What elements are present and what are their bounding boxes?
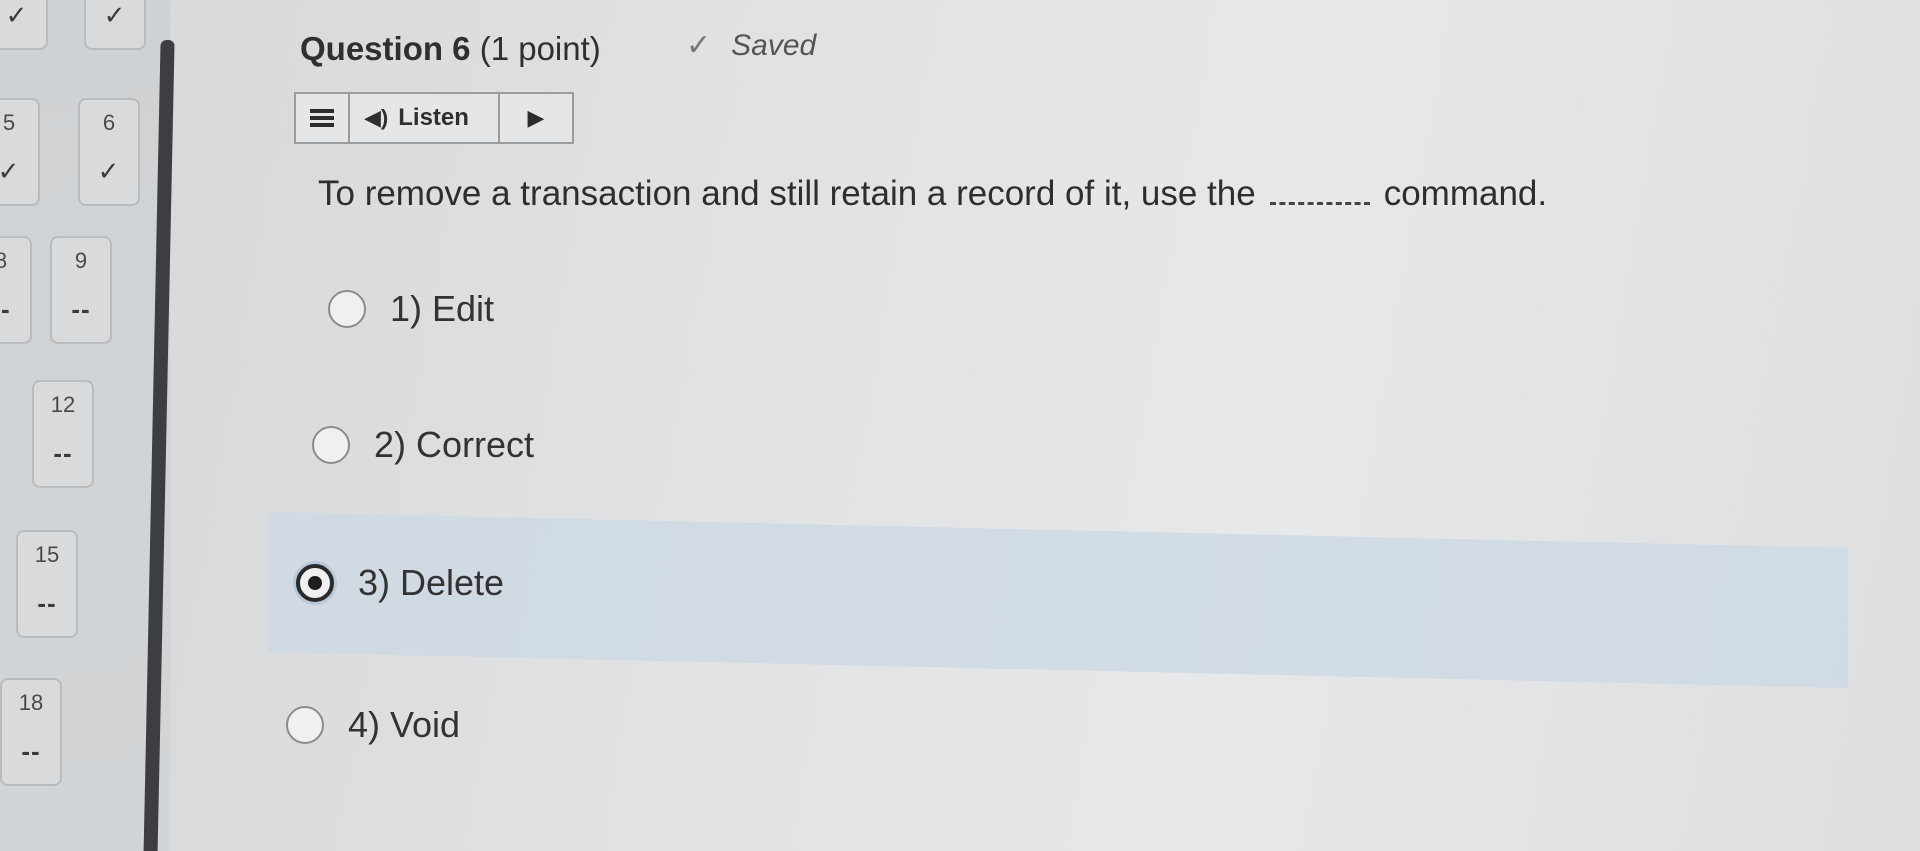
radio-button[interactable] bbox=[312, 426, 350, 464]
selected-option-highlight bbox=[268, 512, 1848, 688]
play-button[interactable]: ▶ bbox=[500, 94, 572, 142]
check-icon: ✓ bbox=[686, 29, 712, 62]
question-tile[interactable]: 12 -- bbox=[32, 380, 94, 488]
option-label: 3) Delete bbox=[358, 562, 505, 603]
question-tile-number: 12 bbox=[50, 392, 76, 417]
listen-button[interactable]: ◀) Listen bbox=[350, 94, 500, 142]
radio-button[interactable] bbox=[328, 290, 366, 328]
question-text: To remove a transaction and still retain… bbox=[318, 174, 1547, 214]
play-icon: ▶ bbox=[527, 105, 545, 130]
check-icon: ✓ bbox=[103, 0, 127, 30]
question-tile[interactable]: ✓ bbox=[0, 0, 48, 50]
unanswered-dash: -- bbox=[21, 736, 41, 766]
question-tile[interactable]: ✓ bbox=[84, 0, 146, 50]
question-tile[interactable]: 15 -- bbox=[16, 530, 78, 638]
listen-label: Listen bbox=[398, 104, 469, 131]
question-text-after: command. bbox=[1383, 174, 1548, 213]
question-tile-number: 9 bbox=[74, 248, 88, 273]
question-tile[interactable]: 5 ✓ bbox=[0, 98, 40, 206]
radio-button[interactable] bbox=[286, 706, 324, 744]
option-label: 2) Correct bbox=[374, 424, 535, 465]
question-tile-number: 8 bbox=[0, 248, 8, 273]
listen-menu-button[interactable] bbox=[296, 94, 350, 142]
question-text-before: To remove a transaction and still retain… bbox=[318, 174, 1256, 213]
answer-option-1[interactable]: 1) Edit bbox=[328, 288, 494, 330]
question-navigator: ✓ ✓ 5 ✓ 6 ✓ 8 -- 9 -- 12 -- 15 -- 18 -- bbox=[0, 0, 170, 851]
question-title: Question 6 (1 point) bbox=[300, 30, 601, 68]
question-tile-number: 5 bbox=[2, 110, 16, 135]
question-tile-number: 18 bbox=[18, 690, 44, 715]
question-tile[interactable]: 9 -- bbox=[50, 236, 112, 344]
saved-label: Saved bbox=[731, 29, 817, 62]
answer-option-2[interactable]: 2) Correct bbox=[312, 424, 534, 466]
question-tile-number: 6 bbox=[102, 110, 116, 135]
question-tile[interactable]: 6 ✓ bbox=[78, 98, 140, 206]
question-tile-number: 15 bbox=[34, 542, 60, 567]
saved-status: ✓ Saved bbox=[686, 28, 816, 63]
unanswered-dash: -- bbox=[71, 294, 91, 324]
check-icon: ✓ bbox=[0, 156, 21, 186]
answer-blank bbox=[1269, 176, 1370, 205]
unanswered-dash: -- bbox=[0, 294, 11, 324]
check-icon: ✓ bbox=[97, 156, 121, 186]
answer-option-3[interactable]: 3) Delete bbox=[296, 562, 504, 604]
listen-toolbar: ◀) Listen ▶ bbox=[294, 92, 574, 144]
unanswered-dash: -- bbox=[37, 588, 57, 618]
speaker-icon: ◀) bbox=[364, 105, 389, 130]
answer-option-4[interactable]: 4) Void bbox=[286, 704, 460, 746]
question-tile[interactable]: 8 -- bbox=[0, 236, 32, 344]
question-tile[interactable]: 18 -- bbox=[0, 678, 62, 786]
menu-icon bbox=[310, 106, 334, 130]
unanswered-dash: -- bbox=[53, 438, 73, 468]
option-label: 1) Edit bbox=[390, 288, 495, 329]
radio-button-selected[interactable] bbox=[296, 564, 334, 602]
question-number: Question 6 bbox=[300, 30, 471, 67]
question-points: (1 point) bbox=[479, 30, 601, 67]
check-icon: ✓ bbox=[5, 0, 29, 30]
option-label: 4) Void bbox=[348, 704, 461, 745]
